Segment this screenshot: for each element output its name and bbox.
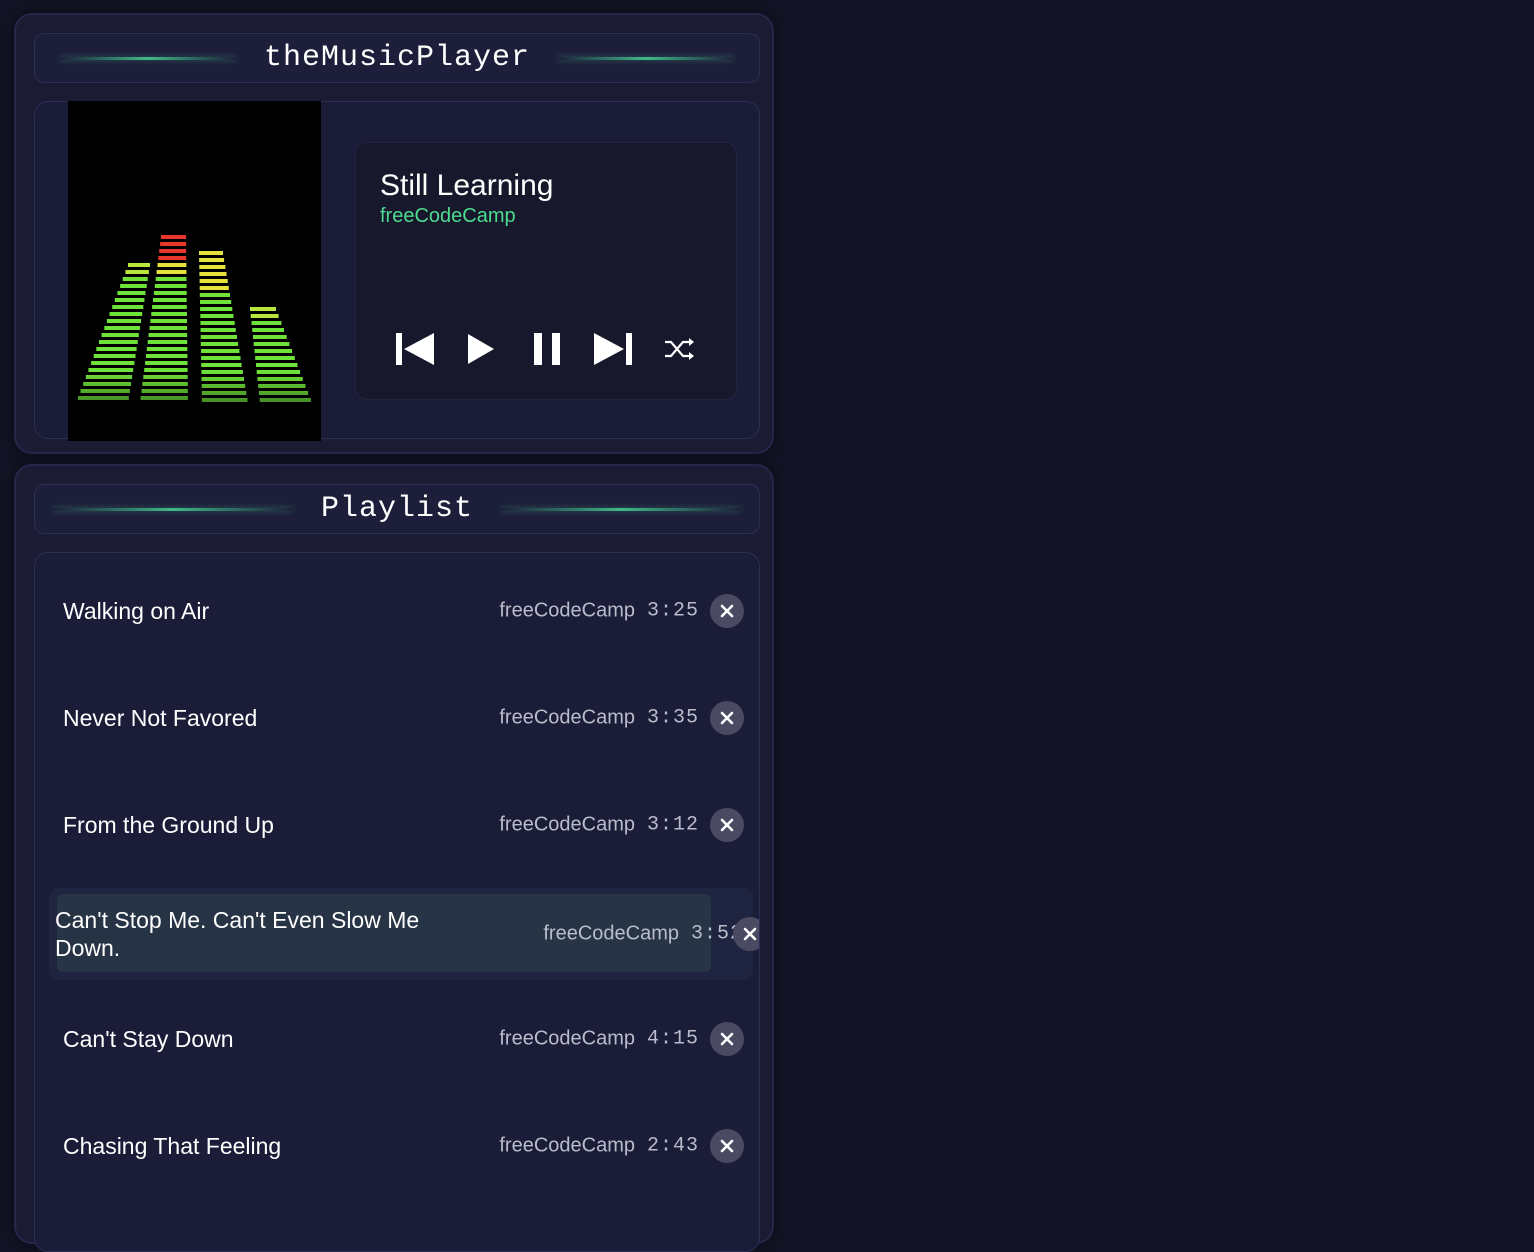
track-title: Walking on Air (63, 598, 210, 624)
pause-button[interactable] (524, 327, 570, 371)
shuffle-button[interactable] (656, 327, 702, 371)
delete-track-button[interactable] (710, 594, 744, 628)
track-title: Never Not Favored (63, 705, 258, 731)
previous-button[interactable] (392, 327, 438, 371)
track-title: Can't Stay Down (63, 1026, 234, 1052)
close-icon (743, 927, 757, 941)
playlist-item[interactable]: Walking on Air freeCodeCamp 3:25 (49, 568, 753, 654)
track-artist: freeCodeCamp (499, 1134, 635, 1157)
play-icon (468, 334, 494, 364)
album-art (68, 101, 321, 441)
play-button[interactable] (458, 327, 504, 371)
skip-previous-icon (396, 333, 434, 365)
now-playing-card: Still Learning freeCodeCamp (355, 142, 737, 400)
close-icon (720, 1139, 734, 1153)
track-duration: 3:12 (646, 813, 699, 837)
close-icon (720, 818, 734, 832)
player-panel: theMusicPlayer Still Learning freeCodeCa… (14, 13, 774, 454)
playlist-item-active[interactable]: Can't Stop Me. Can't Even Slow Me Down. … (49, 888, 759, 980)
close-icon (720, 604, 734, 618)
playlist-title-bar: Playlist (34, 484, 760, 534)
track-duration: 4:15 (646, 1027, 699, 1051)
playlist-list: Walking on Air freeCodeCamp 3:25 Never N… (34, 552, 760, 1252)
track-artist: freeCodeCamp (543, 922, 679, 945)
player-title-bar: theMusicPlayer (34, 33, 760, 83)
next-button[interactable] (590, 327, 636, 371)
track-artist: freeCodeCamp (499, 813, 635, 836)
track-duration: 3:25 (646, 599, 699, 623)
delete-track-button[interactable] (710, 1129, 744, 1163)
playlist-item[interactable]: Never Not Favored freeCodeCamp 3:35 (49, 675, 753, 761)
delete-track-button[interactable] (710, 1022, 744, 1056)
playlist-item[interactable]: From the Ground Up freeCodeCamp 3:12 (49, 782, 753, 868)
playlist-glow-line-right (501, 507, 742, 511)
track-title: Chasing That Feeling (63, 1133, 282, 1159)
playlist-item[interactable]: Can't Stay Down freeCodeCamp 4:15 (49, 996, 753, 1082)
delete-track-button[interactable] (710, 808, 744, 842)
track-title: Can't Stop Me. Can't Even Slow Me Down. (55, 907, 420, 961)
song-artist: freeCodeCamp (380, 205, 516, 227)
pause-icon (534, 333, 560, 365)
track-title: From the Ground Up (63, 812, 274, 838)
track-duration: 3:35 (646, 706, 699, 730)
playlist-title: Playlist (320, 492, 474, 526)
playlist-glow-line-left (52, 507, 293, 511)
track-duration: 2:43 (646, 1134, 699, 1158)
close-icon (720, 711, 734, 725)
playback-controls (392, 327, 702, 371)
delete-track-button[interactable] (710, 701, 744, 735)
shuffle-icon (665, 338, 694, 360)
track-artist: freeCodeCamp (499, 1027, 635, 1050)
track-artist: freeCodeCamp (499, 599, 635, 622)
song-title: Still Learning (380, 169, 554, 202)
close-icon (720, 1032, 734, 1046)
title-glow-line-left (59, 56, 236, 60)
track-artist: freeCodeCamp (499, 706, 635, 729)
player-content: Still Learning freeCodeCamp (34, 101, 760, 441)
delete-track-button[interactable] (733, 917, 759, 951)
app-title: theMusicPlayer (263, 41, 531, 75)
skip-next-icon (594, 333, 632, 365)
playlist-item[interactable]: Chasing That Feeling freeCodeCamp 2:43 (49, 1103, 753, 1189)
title-glow-line-right (558, 56, 735, 60)
equalizer-artwork (68, 168, 321, 441)
playlist-panel: Playlist Walking on Air freeCodeCamp 3:2… (14, 464, 774, 1252)
